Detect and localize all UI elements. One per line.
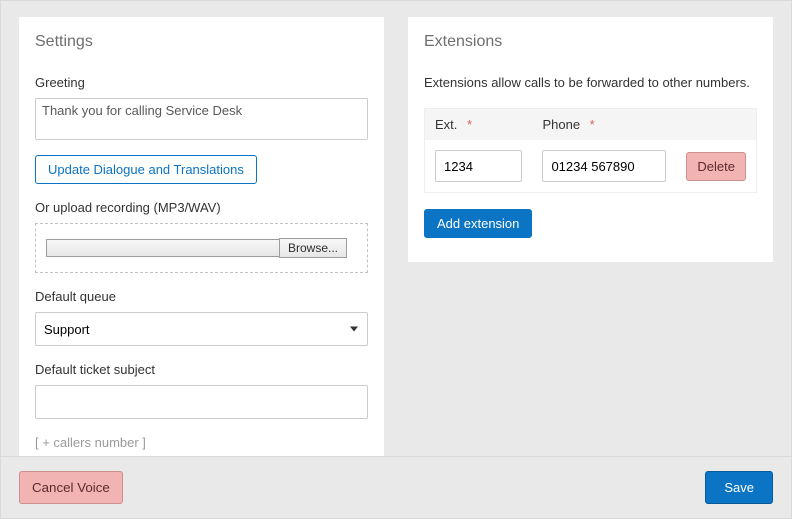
settings-heading: Settings: [35, 33, 368, 51]
footer-bar: Cancel Voice Save: [1, 456, 791, 518]
greeting-textarea[interactable]: Thank you for calling Service Desk: [35, 98, 368, 140]
update-dialogue-button[interactable]: Update Dialogue and Translations: [35, 155, 257, 184]
delete-button[interactable]: Delete: [686, 152, 746, 181]
browse-button[interactable]: Browse...: [279, 238, 347, 258]
file-path-display: [46, 239, 280, 257]
table-row: Delete: [425, 140, 757, 193]
required-asterisk-icon: *: [467, 117, 472, 132]
default-queue-select[interactable]: Support: [35, 312, 368, 346]
col-ext-label: Ext.: [435, 117, 457, 132]
col-phone-label: Phone: [542, 117, 580, 132]
greeting-label: Greeting: [35, 75, 368, 90]
save-button[interactable]: Save: [705, 471, 773, 504]
extensions-panel: Extensions Extensions allow calls to be …: [408, 17, 773, 262]
add-extension-button[interactable]: Add extension: [424, 209, 532, 238]
ticket-subject-label: Default ticket subject: [35, 362, 368, 377]
upload-dropzone[interactable]: Browse...: [35, 223, 368, 273]
cancel-voice-button[interactable]: Cancel Voice: [19, 471, 123, 504]
ticket-subject-input[interactable]: [35, 385, 368, 419]
settings-panel: Settings Greeting Thank you for calling …: [19, 17, 384, 466]
ext-input[interactable]: [435, 150, 522, 182]
extensions-table: Ext. * Phone * Delete: [424, 108, 757, 193]
default-queue-label: Default queue: [35, 289, 368, 304]
callers-number-hint: [ + callers number ]: [35, 435, 368, 450]
required-asterisk-icon: *: [590, 117, 595, 132]
extensions-description: Extensions allow calls to be forwarded t…: [424, 75, 757, 90]
upload-label: Or upload recording (MP3/WAV): [35, 200, 368, 215]
extensions-heading: Extensions: [424, 33, 757, 51]
phone-input[interactable]: [542, 150, 666, 182]
